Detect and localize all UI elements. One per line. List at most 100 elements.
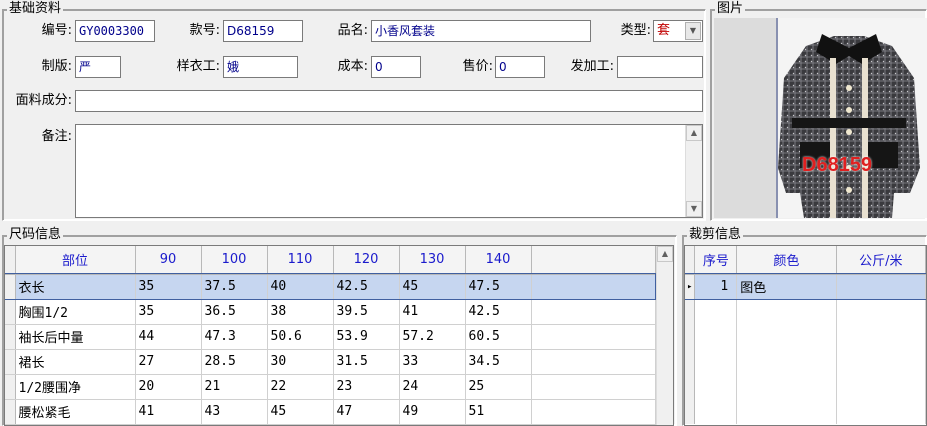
size-value-cell[interactable]: 47.3 xyxy=(201,324,268,350)
sample-worker-field[interactable]: 娥 xyxy=(223,56,298,78)
size-value-cell[interactable]: 53.9 xyxy=(333,324,400,350)
size-value-cell[interactable]: 60.5 xyxy=(465,324,532,350)
size-part-cell[interactable]: 1/2腰围净 xyxy=(15,374,136,400)
remark-textarea[interactable]: ▲ ▼ xyxy=(75,124,703,218)
style-no-field[interactable]: D68159 xyxy=(223,20,303,42)
size-value-cell[interactable]: 31.5 xyxy=(333,349,400,375)
empty-row xyxy=(685,399,926,424)
empty-cell xyxy=(694,349,738,374)
empty-cell xyxy=(836,324,926,349)
chevron-down-icon[interactable]: ▼ xyxy=(685,22,701,40)
column-header-kg-per-m[interactable]: 公斤/米 xyxy=(836,246,926,275)
empty-row xyxy=(685,299,926,324)
table-row[interactable]: 袖长后中量 44 47.3 50.6 53.9 57.2 60.5 xyxy=(5,324,656,350)
remark-scrollbar[interactable]: ▲ ▼ xyxy=(685,125,702,217)
empty-cell xyxy=(694,399,738,424)
processor-field[interactable] xyxy=(617,56,703,78)
row-header[interactable] xyxy=(5,299,16,325)
size-value-cell[interactable]: 35 xyxy=(135,299,202,325)
row-pointer-icon[interactable]: ▸ xyxy=(685,274,696,300)
column-header-seq[interactable]: 序号 xyxy=(694,246,738,275)
size-value-cell[interactable]: 42.5 xyxy=(333,274,400,300)
table-row[interactable]: 1/2腰围净 20 21 22 23 24 25 xyxy=(5,374,656,400)
empty-cell xyxy=(736,299,837,324)
scroll-up-icon[interactable]: ▲ xyxy=(657,246,673,262)
size-part-cell[interactable]: 裙长 xyxy=(15,349,136,375)
scroll-down-icon[interactable]: ▼ xyxy=(686,201,702,217)
pattern-field[interactable]: 严 xyxy=(75,56,121,78)
size-value-cell[interactable]: 36.5 xyxy=(201,299,268,325)
size-value-cell[interactable]: 37.5 xyxy=(201,274,268,300)
column-header-90[interactable]: 90 xyxy=(135,246,202,275)
size-value-cell[interactable]: 41 xyxy=(399,299,466,325)
price-field[interactable]: 0 xyxy=(495,56,545,78)
code-field[interactable]: GY0003300 xyxy=(75,20,155,42)
size-table-scrollbar[interactable]: ▲ xyxy=(656,246,673,425)
column-header-color[interactable]: 颜色 xyxy=(736,246,837,275)
column-header-140[interactable]: 140 xyxy=(465,246,532,275)
column-header-120[interactable]: 120 xyxy=(333,246,400,275)
size-value-cell[interactable]: 35 xyxy=(135,274,202,300)
cost-field[interactable]: 0 xyxy=(371,56,421,78)
table-row[interactable]: 衣长 35 37.5 40 42.5 45 47.5 xyxy=(5,273,656,300)
size-part-cell[interactable]: 袖长后中量 xyxy=(15,324,136,350)
fabric-field[interactable] xyxy=(75,90,703,112)
row-header[interactable] xyxy=(5,374,16,400)
size-part-cell[interactable]: 腰松紧毛 xyxy=(15,399,136,425)
row-header[interactable] xyxy=(5,274,16,300)
size-value-cell[interactable]: 21 xyxy=(201,374,268,400)
cut-seq-cell[interactable]: 1 xyxy=(694,274,738,300)
size-value-cell[interactable]: 40 xyxy=(267,274,334,300)
table-row[interactable]: 裙长 27 28.5 30 31.5 33 34.5 xyxy=(5,349,656,375)
table-row[interactable]: 腰松紧毛 41 43 45 47 49 51 xyxy=(5,399,656,425)
table-row[interactable]: 胸围1/2 35 36.5 38 39.5 41 42.5 xyxy=(5,299,656,325)
remark-label: 备注: xyxy=(41,129,72,144)
product-name-field[interactable]: 小香风套装 xyxy=(371,20,591,42)
size-value-cell[interactable]: 47 xyxy=(333,399,400,425)
type-select[interactable]: 套 ▼ xyxy=(653,20,703,42)
scroll-up-icon[interactable]: ▲ xyxy=(686,125,702,141)
size-value-cell[interactable]: 24 xyxy=(399,374,466,400)
table-row[interactable]: ▸ 1 图色 xyxy=(685,273,926,300)
column-header-130[interactable]: 130 xyxy=(399,246,466,275)
size-value-cell[interactable]: 41 xyxy=(135,399,202,425)
column-header-part[interactable]: 部位 xyxy=(15,246,136,275)
size-value-cell[interactable]: 45 xyxy=(267,399,334,425)
row-header[interactable] xyxy=(5,349,16,375)
column-header-100[interactable]: 100 xyxy=(201,246,268,275)
photo-style-label: D68159 xyxy=(802,154,873,176)
empty-cell xyxy=(736,399,837,424)
size-value-cell[interactable]: 43 xyxy=(201,399,268,425)
size-value-cell[interactable]: 27 xyxy=(135,349,202,375)
cut-weight-cell[interactable] xyxy=(836,274,926,300)
size-value-cell[interactable]: 22 xyxy=(267,374,334,400)
size-value-cell[interactable]: 30 xyxy=(267,349,334,375)
product-photo[interactable]: D68159 xyxy=(714,18,927,218)
size-value-cell[interactable]: 25 xyxy=(465,374,532,400)
size-value-cell[interactable]: 47.5 xyxy=(465,274,532,300)
size-value-cell[interactable]: 42.5 xyxy=(465,299,532,325)
size-value-cell[interactable]: 44 xyxy=(135,324,202,350)
column-header-110[interactable]: 110 xyxy=(267,246,334,275)
row-header[interactable] xyxy=(5,324,16,350)
empty-cell xyxy=(685,324,696,349)
filler-cell xyxy=(531,299,656,325)
size-value-cell[interactable]: 49 xyxy=(399,399,466,425)
row-header[interactable] xyxy=(5,399,16,425)
cut-color-cell[interactable]: 图色 xyxy=(736,274,837,300)
size-value-cell[interactable]: 45 xyxy=(399,274,466,300)
size-value-cell[interactable]: 51 xyxy=(465,399,532,425)
size-part-cell[interactable]: 胸围1/2 xyxy=(15,299,136,325)
size-value-cell[interactable]: 20 xyxy=(135,374,202,400)
size-value-cell[interactable]: 28.5 xyxy=(201,349,268,375)
size-value-cell[interactable]: 39.5 xyxy=(333,299,400,325)
size-value-cell[interactable]: 50.6 xyxy=(267,324,334,350)
size-part-cell[interactable]: 衣长 xyxy=(15,274,136,300)
size-value-cell[interactable]: 38 xyxy=(267,299,334,325)
size-value-cell[interactable]: 57.2 xyxy=(399,324,466,350)
cut-info-title: 裁剪信息 xyxy=(687,227,744,243)
empty-cell xyxy=(836,374,926,399)
size-value-cell[interactable]: 23 xyxy=(333,374,400,400)
size-value-cell[interactable]: 34.5 xyxy=(465,349,532,375)
size-value-cell[interactable]: 33 xyxy=(399,349,466,375)
